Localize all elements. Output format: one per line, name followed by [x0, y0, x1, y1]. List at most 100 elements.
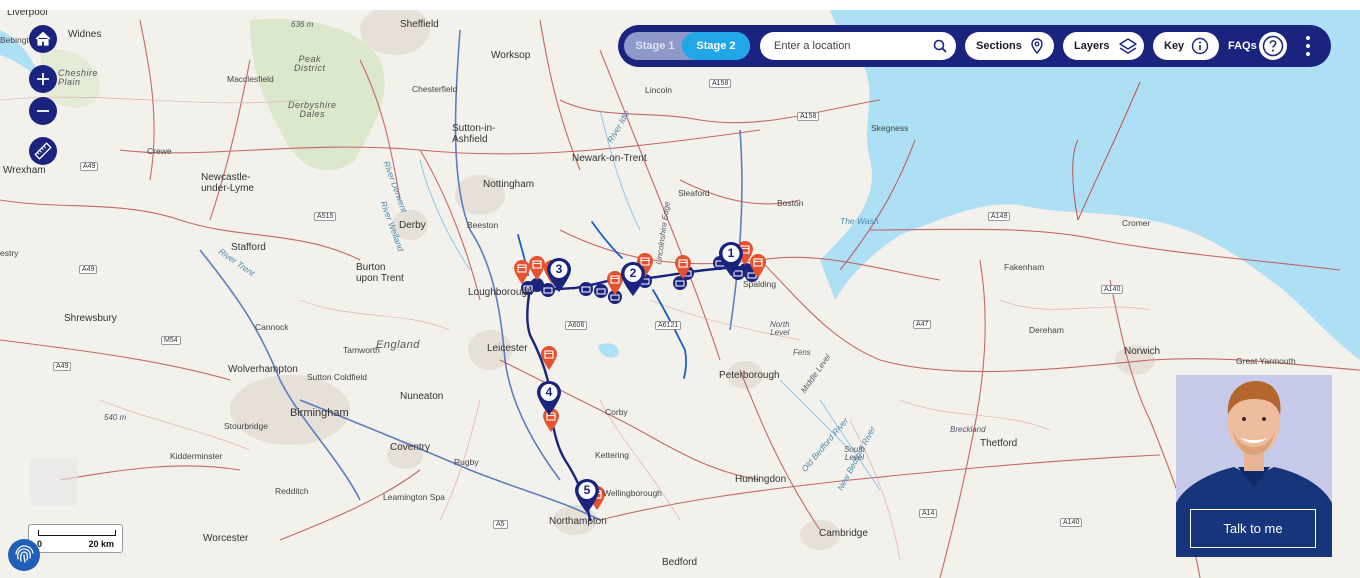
road-label: A140 — [1060, 518, 1083, 527]
location-search[interactable] — [760, 32, 956, 60]
scale-distance-label: 20 km — [88, 539, 114, 549]
road-label: M54 — [161, 336, 181, 345]
key-label: Key — [1164, 40, 1185, 52]
road-label: A149 — [988, 212, 1011, 221]
place-label: Leicester — [487, 343, 528, 354]
route-pin-number: 5 — [583, 483, 591, 497]
layers-button[interactable]: Layers — [1063, 32, 1144, 60]
rutland-water — [598, 343, 619, 358]
place-label: Rugby — [454, 457, 479, 467]
place-label: Coventry — [390, 442, 431, 453]
place-label: Northampton — [549, 516, 607, 527]
scale-bar: 0 20 km — [28, 524, 123, 553]
measure-button[interactable] — [29, 137, 57, 165]
route-offshoot — [591, 221, 623, 259]
top-toolbar: Stage 1 Stage 2 Sections Layers Key FAQs — [618, 25, 1331, 67]
place-label: Great Yarmouth — [1236, 356, 1296, 366]
place-label: Cheshire Plain — [58, 68, 99, 87]
road-label: A5 — [493, 520, 508, 529]
faqs-link[interactable]: FAQs — [1228, 32, 1257, 60]
home-button[interactable] — [29, 25, 57, 53]
place-label: Sutton-in- Ashfield — [452, 123, 496, 145]
place-label: Stafford — [231, 242, 266, 253]
road-label: A140 — [1101, 285, 1124, 294]
place-label: Kettering — [595, 450, 630, 460]
place-label: Peterborough — [719, 370, 780, 381]
zoom-out-button[interactable] — [29, 97, 57, 125]
layers-icon — [1119, 38, 1137, 54]
fingerprint-icon — [15, 545, 34, 563]
place-label: Sutton Coldfield — [307, 372, 368, 382]
place-label: Sleaford — [678, 188, 710, 198]
place-label: Fens — [793, 348, 811, 357]
place-label: Breckland — [950, 425, 986, 434]
road-label: A606 — [565, 321, 588, 330]
place-label: Loughborough — [468, 287, 533, 298]
place-label: Birmingham — [290, 407, 349, 419]
place-label: estry — [0, 248, 19, 258]
map-base — [0, 10, 1360, 578]
accessibility-button[interactable] — [8, 539, 40, 571]
route-section-marker-5[interactable]: 5 — [574, 478, 600, 514]
place-label: Liverpool — [7, 10, 48, 18]
place-label: Macclesfield — [227, 74, 274, 84]
route-section-marker-1[interactable]: 1 — [718, 241, 744, 277]
place-label: Redditch — [275, 486, 309, 496]
place-label: Crewe — [147, 146, 172, 156]
place-label: Derbyshire Dales — [288, 100, 337, 119]
ruler-icon — [34, 142, 52, 160]
place-label: Worcester — [203, 533, 249, 544]
place-label: The Wash — [840, 216, 879, 226]
layers-label: Layers — [1074, 40, 1110, 52]
event-marker[interactable] — [540, 345, 558, 371]
place-label: Wellingborough — [603, 488, 662, 498]
layer-thumbnail[interactable] — [30, 458, 78, 506]
route-pin-number: 1 — [727, 246, 735, 260]
key-button[interactable]: Key — [1153, 32, 1219, 60]
place-label: Thetford — [980, 438, 1018, 449]
event-marker[interactable] — [749, 253, 767, 279]
event-marker[interactable] — [674, 254, 692, 280]
sections-button[interactable]: Sections — [965, 32, 1054, 60]
place-label: Nuneaton — [400, 391, 444, 402]
sections-label: Sections — [976, 40, 1022, 52]
stage-1-tab[interactable]: Stage 1 — [624, 32, 686, 60]
place-label: Lincoln — [645, 85, 672, 95]
scale-line — [38, 530, 116, 536]
place-label: Tamworth — [343, 345, 380, 355]
stage-toggle[interactable]: Stage 1 Stage 2 — [624, 32, 750, 60]
search-icon[interactable] — [932, 38, 948, 54]
place-label: 636 m — [291, 20, 314, 29]
place-label: Kidderminster — [170, 451, 223, 461]
stage-2-tab[interactable]: Stage 2 — [682, 32, 750, 60]
route-section-marker-3[interactable]: 3 — [546, 257, 572, 293]
place-label: Bedford — [662, 557, 698, 568]
location-pin-icon — [1031, 38, 1043, 55]
place-label: Nottingham — [483, 179, 535, 190]
place-label: Chesterfield — [412, 84, 458, 94]
more-options-icon[interactable] — [1304, 35, 1312, 57]
place-label: Wolverhampton — [228, 364, 298, 375]
zoom-out-icon — [37, 110, 49, 112]
place-label: Stourbridge — [224, 421, 268, 431]
place-label: Peak District — [294, 54, 326, 73]
place-label: 540 m — [104, 413, 127, 422]
road-label: A49 — [80, 162, 99, 171]
place-label: Worksop — [491, 50, 531, 61]
place-label: Cromer — [1122, 218, 1151, 228]
place-label: Dereham — [1029, 325, 1064, 335]
zoom-in-button[interactable] — [29, 65, 57, 93]
route-pin-number: 4 — [545, 385, 553, 399]
route-section-marker-2[interactable]: 2 — [620, 261, 646, 297]
route-pin-number: 2 — [629, 266, 637, 280]
place-label: Newcastle- under-Lyme — [201, 172, 254, 194]
help-icon[interactable] — [1258, 31, 1288, 61]
place-label: Wrexham — [3, 165, 46, 176]
talk-to-me-button[interactable]: Talk to me — [1190, 509, 1316, 548]
road-label: A47 — [913, 320, 932, 329]
virtual-assistant-panel: Talk to me — [1176, 375, 1332, 557]
place-label: Cannock — [255, 322, 289, 332]
location-search-input[interactable] — [774, 32, 924, 60]
map-canvas[interactable]: 12345 Liverpool Widnes Bebington Sheffie… — [0, 10, 1360, 578]
route-section-marker-4[interactable]: 4 — [536, 380, 562, 416]
